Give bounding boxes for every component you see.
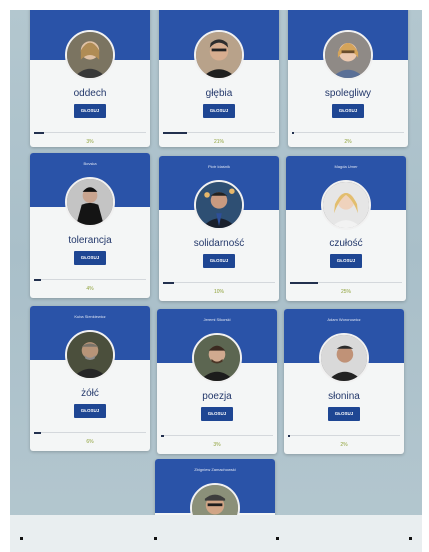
- vote-button[interactable]: GŁOSUJ: [74, 104, 106, 118]
- vote-card: spolegliwy GŁOSUJ 2%: [288, 10, 408, 147]
- bottom-bar: [10, 515, 422, 552]
- word-label: słonina: [328, 391, 360, 402]
- vote-percentage: 25%: [340, 289, 351, 295]
- vote-percentage: 2%: [340, 442, 348, 448]
- progress-bar: [34, 278, 146, 281]
- avatar: [65, 30, 115, 80]
- word-label: poezja: [202, 391, 232, 402]
- avatar: [65, 177, 115, 227]
- person-name: Bovska: [83, 161, 97, 166]
- vote-card: Jeremi Sikorski poezja GŁOSUJ 3%: [157, 309, 277, 454]
- word-label: tolerancja: [68, 235, 112, 246]
- vote-card: oddech GŁOSUJ 3%: [30, 10, 150, 147]
- vote-percentage: 6%: [86, 439, 94, 445]
- progress-bar: [163, 281, 275, 284]
- indicator-dot: [20, 537, 23, 540]
- vote-button[interactable]: GŁOSUJ: [332, 104, 364, 118]
- indicator-dot: [276, 537, 279, 540]
- word-label: żółć: [81, 388, 99, 399]
- progress-fill: [163, 281, 175, 284]
- progress-fill: [290, 281, 318, 284]
- avatar: [65, 330, 115, 380]
- person-name: Zbigniew Zamachowski: [194, 467, 236, 472]
- vote-button[interactable]: GŁOSUJ: [328, 407, 360, 421]
- vote-card: Piotr Idaśnik solidarność GŁOSUJ 10%: [159, 156, 279, 301]
- progress-bar: [163, 131, 275, 134]
- vote-card: głębia GŁOSUJ 21%: [159, 10, 279, 147]
- word-label: oddech: [73, 88, 107, 99]
- progress-fill: [34, 431, 41, 434]
- vote-button[interactable]: GŁOSUJ: [203, 254, 235, 268]
- vote-card: Magda Umer czułość GŁOSUJ 25%: [286, 156, 406, 301]
- avatar: [194, 180, 244, 230]
- vote-percentage: 3%: [86, 139, 94, 145]
- avatar: [319, 333, 369, 383]
- vote-percentage: 3%: [213, 442, 221, 448]
- progress-bar: [161, 434, 273, 437]
- word-label: solidarność: [193, 238, 245, 249]
- vote-percentage: 21%: [213, 139, 224, 145]
- vote-button[interactable]: GŁOSUJ: [203, 104, 235, 118]
- vote-card: Kuba Sienkiewicz żółć GŁOSUJ 6%: [30, 306, 150, 451]
- progress-fill: [292, 131, 295, 134]
- person-name: Magda Umer: [334, 164, 358, 169]
- vote-card: Adam Woronowicz słonina GŁOSUJ 2%: [284, 309, 404, 454]
- person-name: Piotr Idaśnik: [207, 164, 230, 169]
- person-name: Adam Woronowicz: [327, 317, 361, 322]
- progress-bar: [292, 131, 404, 134]
- avatar: [194, 30, 244, 80]
- vote-button[interactable]: GŁOSUJ: [330, 254, 362, 268]
- vote-percentage: 4%: [86, 286, 94, 292]
- indicator-dot: [154, 537, 157, 540]
- avatar: [323, 30, 373, 80]
- vote-percentage: 2%: [344, 139, 352, 145]
- word-label: głębia: [205, 88, 233, 99]
- progress-fill: [34, 278, 41, 281]
- person-name: Kuba Sienkiewicz: [74, 314, 106, 319]
- screen: oddech GŁOSUJ 3% głębia GŁOSUJ 21% spole…: [10, 10, 422, 552]
- avatar: [321, 180, 371, 230]
- vote-percentage: 10%: [213, 289, 224, 295]
- word-label: czułość: [329, 238, 363, 249]
- progress-bar: [288, 434, 400, 437]
- person-name: Jeremi Sikorski: [203, 317, 231, 322]
- vote-button[interactable]: GŁOSUJ: [74, 251, 106, 265]
- vote-card: Bovska tolerancja GŁOSUJ 4%: [30, 153, 150, 298]
- progress-fill: [161, 434, 165, 437]
- progress-bar: [34, 431, 146, 434]
- indicator-dot: [409, 537, 412, 540]
- progress-fill: [34, 131, 45, 134]
- progress-fill: [163, 131, 187, 134]
- vote-button[interactable]: GŁOSUJ: [74, 404, 106, 418]
- progress-bar: [34, 131, 146, 134]
- progress-fill: [288, 434, 291, 437]
- progress-bar: [290, 281, 402, 284]
- avatar: [192, 333, 242, 383]
- word-label: spolegliwy: [324, 88, 372, 99]
- vote-button[interactable]: GŁOSUJ: [201, 407, 233, 421]
